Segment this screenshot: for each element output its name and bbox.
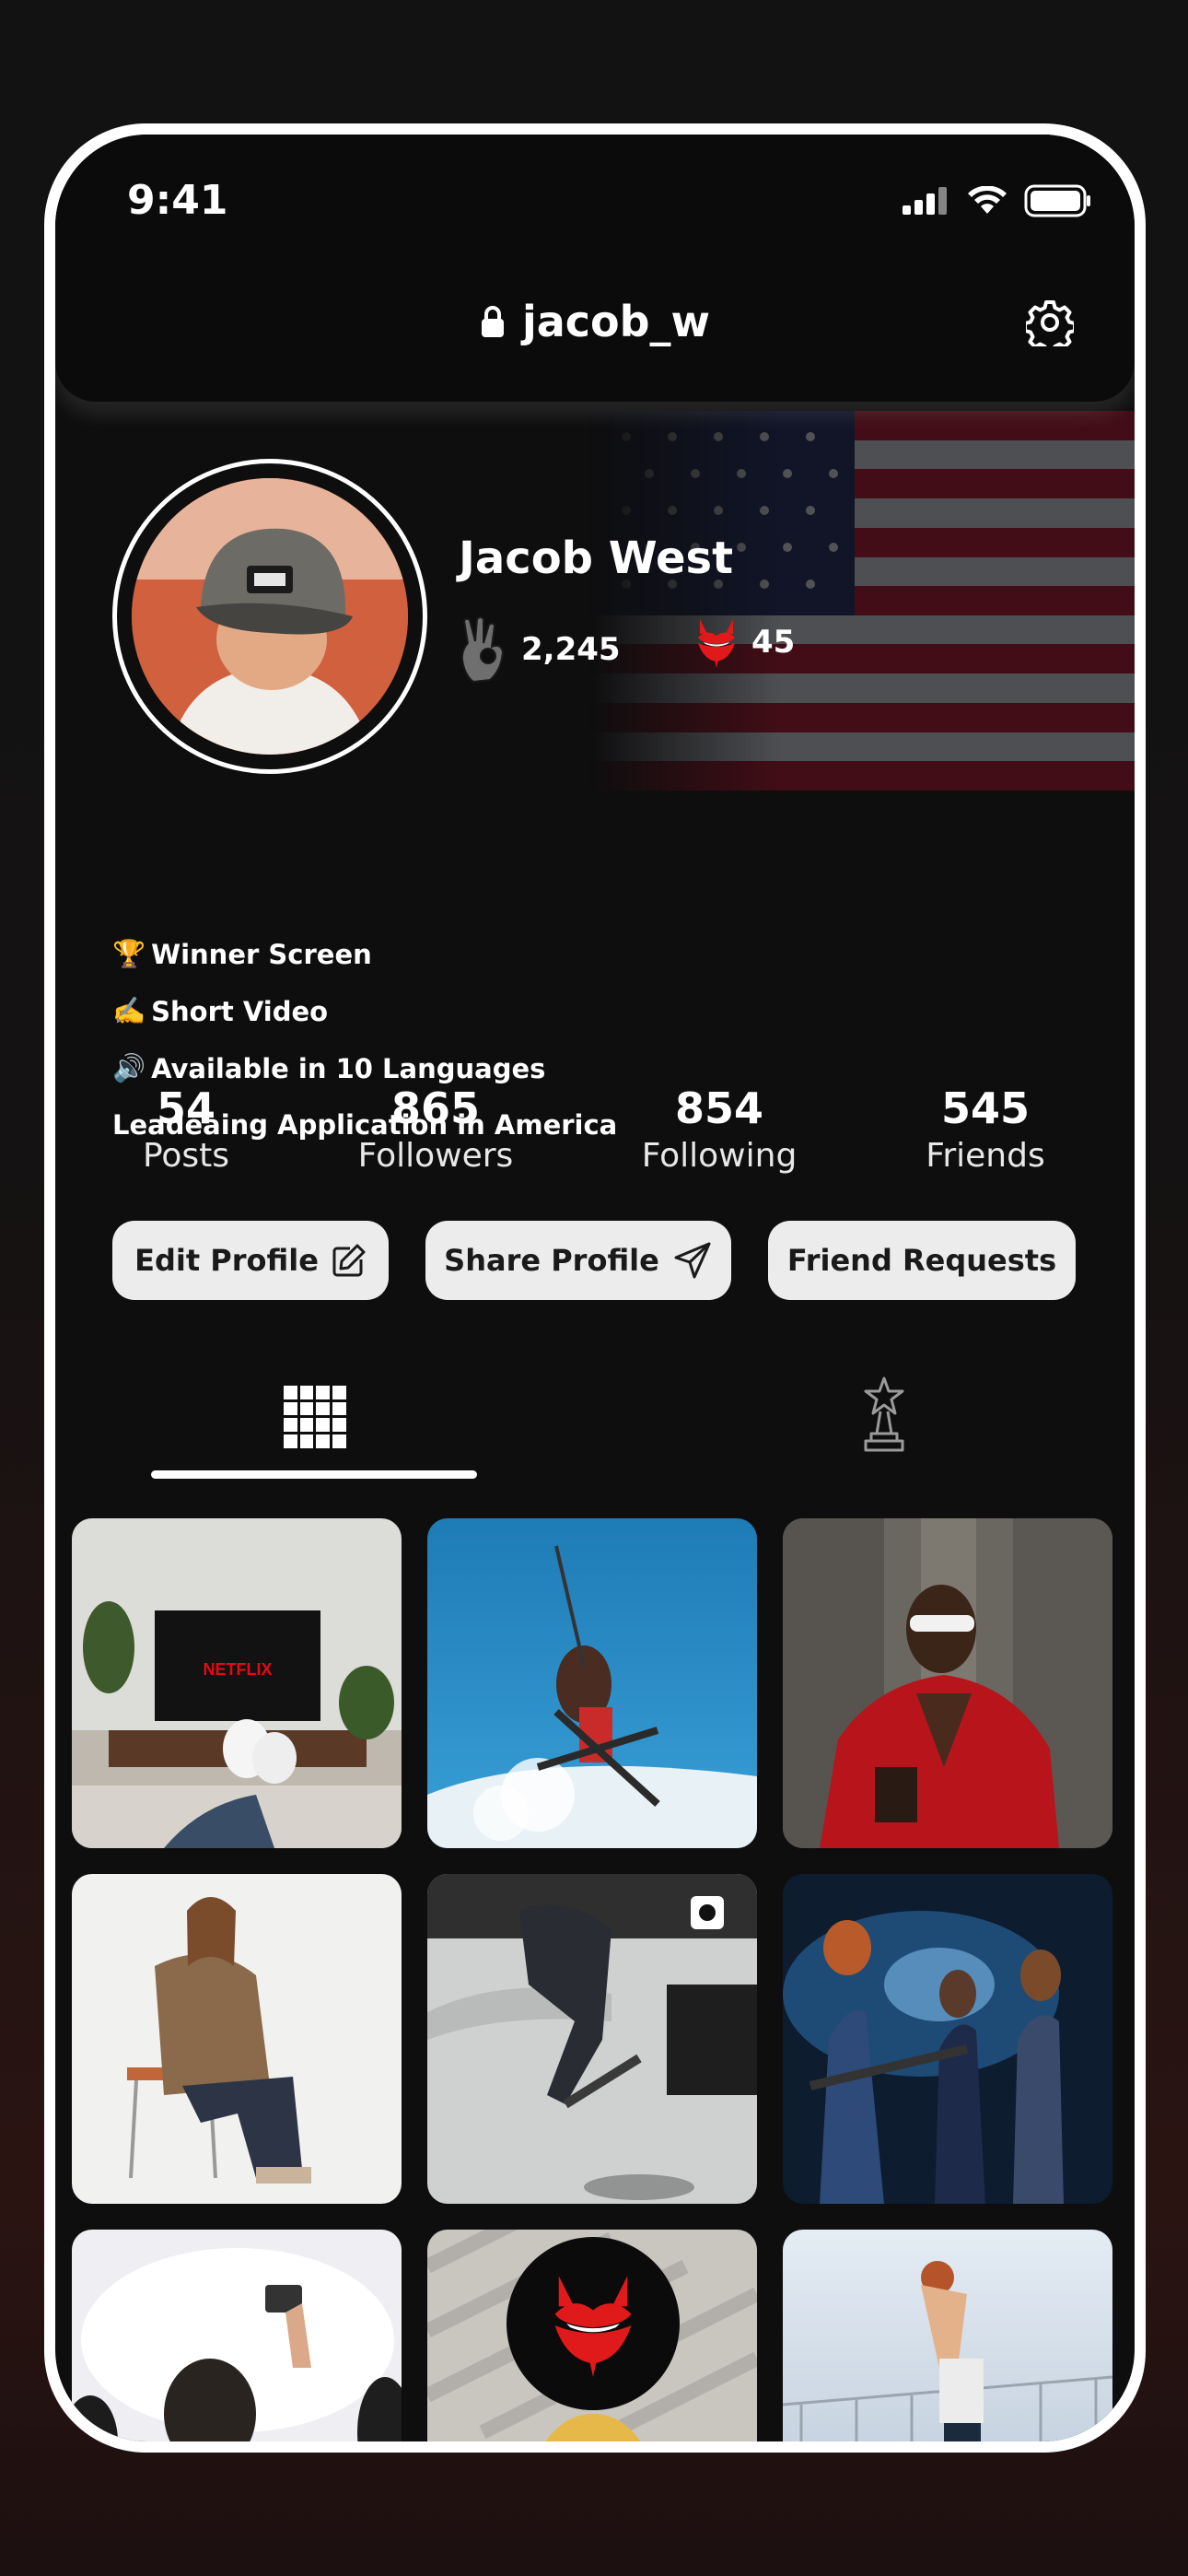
stat-posts[interactable]: 54 Posts — [143, 1083, 229, 1175]
ok-hand-count: 2,245 — [521, 631, 621, 668]
band-concert-photo[interactable] — [783, 1874, 1112, 2204]
award-tab-icon[interactable] — [858, 1375, 910, 1456]
top-header: 9:41 jacob_w — [55, 135, 1135, 402]
crowd-photo[interactable] — [72, 2230, 402, 2441]
share-profile-label: Share Profile — [444, 1243, 659, 1278]
stat-friends[interactable]: 545 Friends — [926, 1083, 1044, 1175]
basketball-photo[interactable] — [783, 2230, 1112, 2441]
skater-photo[interactable] — [427, 1874, 757, 2204]
avatar — [132, 478, 408, 755]
share-profile-button[interactable]: Share Profile — [425, 1221, 731, 1300]
phone-frame: 9:41 jacob_w Jacob West 2,245 45 🏆 Winne… — [44, 123, 1146, 2453]
bio-line: 🏆 Winner Screen — [112, 938, 372, 970]
status-icons — [903, 184, 1092, 217]
red-jacket-image — [783, 1518, 1112, 1848]
devil-stat[interactable]: 45 — [694, 615, 795, 669]
edit-profile-label: Edit Profile — [134, 1243, 319, 1278]
bio-text: Short Video — [151, 995, 329, 1027]
wifi-icon — [968, 186, 1007, 214]
devil-lips-icon — [554, 2276, 632, 2377]
stat-label: Following — [641, 1137, 798, 1175]
send-icon — [674, 1242, 711, 1279]
stat-value: 854 — [674, 1083, 764, 1133]
tv-room-image: NETFLIX — [72, 1518, 402, 1848]
stat-followers[interactable]: 865 Followers — [358, 1083, 514, 1175]
skater-image — [427, 1874, 757, 2204]
profile-stats: 54 Posts 865 Followers 854 Following 545… — [55, 1083, 1135, 1185]
friend-requests-button[interactable]: Friend Requests — [768, 1221, 1076, 1300]
profile-name: Jacob West — [459, 533, 734, 584]
ok-hand-stat[interactable]: 2,245 — [457, 615, 621, 684]
devil-count: 45 — [751, 624, 796, 661]
username-title: jacob_w — [521, 297, 711, 346]
sitting-woman-image — [72, 1874, 402, 2204]
status-time: 9:41 — [127, 177, 228, 224]
lock-icon — [481, 306, 504, 337]
band-concert-image — [783, 1874, 1112, 2204]
battery-icon — [1024, 184, 1090, 217]
sitting-woman-photo[interactable] — [72, 1874, 402, 2204]
bio-line: ✍️ Short Video — [112, 995, 328, 1027]
ok-hand-icon — [460, 616, 505, 684]
devil-lips-icon — [698, 619, 735, 668]
netflix-logo-text: NETFLIX — [204, 1660, 273, 1679]
stat-following[interactable]: 854 Following — [642, 1083, 798, 1175]
edit-profile-button[interactable]: Edit Profile — [112, 1221, 389, 1300]
stat-value: 54 — [156, 1083, 216, 1133]
crowd-image — [72, 2230, 402, 2441]
trophy-icon: 🏆 — [112, 938, 146, 969]
bio-line: 🔊 Available in 10 Languages — [112, 1052, 545, 1084]
devil-lips-fab[interactable] — [507, 2237, 680, 2410]
bio-text: Winner Screen — [151, 938, 372, 970]
signal-icon — [903, 187, 947, 215]
stat-value: 865 — [390, 1083, 481, 1133]
avatar-ring[interactable] — [112, 459, 427, 774]
app-screen: 9:41 jacob_w Jacob West 2,245 45 🏆 Winne… — [55, 135, 1135, 2441]
active-tab-indicator — [151, 1470, 477, 1479]
bio-text: Available in 10 Languages — [151, 1052, 546, 1084]
skier-image — [427, 1518, 757, 1848]
avatar-image — [132, 478, 408, 755]
settings-gear-icon[interactable] — [1026, 299, 1074, 346]
us-flag-background — [589, 411, 1135, 790]
content-tabs — [55, 1369, 1135, 1461]
stat-value: 545 — [940, 1083, 1031, 1133]
stat-label: Friends — [926, 1137, 1045, 1175]
stat-label: Posts — [142, 1137, 230, 1175]
skier-photo[interactable] — [427, 1518, 757, 1848]
stat-label: Followers — [357, 1137, 514, 1175]
speaker-icon: 🔊 — [112, 1052, 146, 1083]
header-title: jacob_w — [55, 297, 1135, 346]
friend-requests-label: Friend Requests — [786, 1243, 1057, 1278]
grid-tab-icon[interactable] — [284, 1386, 346, 1448]
basketball-image — [783, 2230, 1112, 2441]
writing-hand-icon: ✍️ — [112, 995, 146, 1026]
tv-room-photo[interactable]: NETFLIX — [72, 1518, 402, 1848]
red-jacket-photo[interactable] — [783, 1518, 1112, 1848]
edit-icon — [332, 1244, 366, 1277]
